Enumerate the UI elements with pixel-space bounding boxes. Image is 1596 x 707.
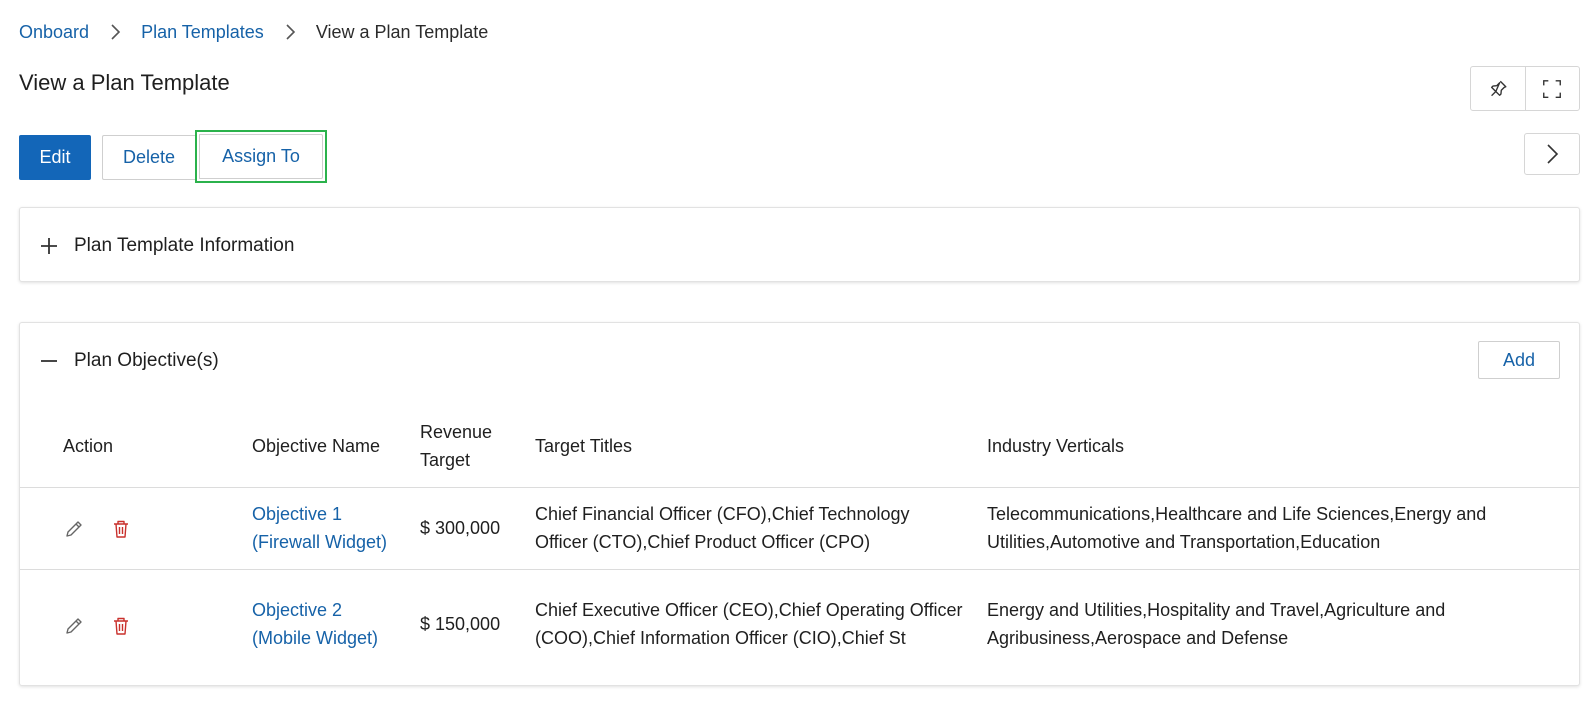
- row-actions: [20, 487, 252, 569]
- breadcrumb-plan-templates[interactable]: Plan Templates: [141, 22, 264, 43]
- industry-verticals-cell: Telecommunications,Healthcare and Life S…: [987, 504, 1487, 552]
- column-header-revenue-line1: Revenue: [420, 421, 493, 442]
- pencil-icon[interactable]: [63, 518, 85, 540]
- panel-title: Plan Objective(s): [74, 349, 219, 371]
- breadcrumb: Onboard Plan Templates View a Plan Templ…: [19, 20, 488, 44]
- column-header-target-titles: Target Titles: [535, 435, 633, 456]
- objective-name-line2: (Mobile Widget): [252, 628, 379, 649]
- objective-name-cell: Objective 2 (Mobile Widget): [252, 569, 420, 679]
- revenue-target-cell: $ 300,000: [420, 518, 501, 538]
- breadcrumb-onboard[interactable]: Onboard: [19, 22, 89, 43]
- next-record-button[interactable]: [1524, 133, 1580, 175]
- objective-name-cell: Objective 1 (Firewall Widget): [252, 487, 420, 569]
- row-actions: [20, 569, 252, 679]
- add-objective-button[interactable]: Add: [1478, 341, 1560, 379]
- assign-highlight: Assign To: [195, 130, 327, 183]
- table-header-row: Action Objective Name Revenue Target Tar…: [20, 405, 1579, 487]
- pencil-icon[interactable]: [63, 615, 85, 637]
- objective-link[interactable]: Objective 1 (Firewall Widget): [252, 504, 387, 552]
- assign-to-button[interactable]: Assign To: [199, 134, 323, 179]
- page-title: View a Plan Template: [19, 70, 230, 95]
- view-tools: [1470, 66, 1580, 111]
- objective-link[interactable]: Objective 2 (Mobile Widget): [252, 600, 378, 648]
- edit-button[interactable]: Edit: [19, 134, 91, 180]
- objectives-table: Action Objective Name Revenue Target Tar…: [20, 405, 1579, 679]
- industry-verticals-cell: Energy and Utilities,Hospitality and Tra…: [987, 600, 1446, 649]
- plus-icon: [38, 235, 60, 257]
- trash-icon[interactable]: [110, 518, 132, 540]
- chevron-right-icon: [89, 23, 141, 41]
- delete-button[interactable]: Delete: [102, 134, 195, 180]
- objective-name-line2: (Firewall Widget): [252, 532, 388, 552]
- panel-title: Plan Template Information: [74, 234, 295, 256]
- column-header-revenue-line2: Target: [420, 449, 471, 470]
- fullscreen-button[interactable]: [1524, 67, 1580, 110]
- chevron-right-icon: [1545, 143, 1559, 165]
- target-titles-cell: Chief Financial Officer (CFO),Chief Tech…: [535, 504, 910, 552]
- table-row: Objective 1 (Firewall Widget) $ 300,000 C…: [20, 487, 1579, 569]
- pin-button[interactable]: [1471, 67, 1525, 110]
- plan-template-information-toggle[interactable]: Plan Template Information: [20, 208, 1579, 283]
- breadcrumb-current: View a Plan Template: [315, 21, 489, 42]
- chevron-right-icon: [264, 23, 316, 41]
- pin-icon: [1487, 78, 1509, 100]
- plan-template-information-panel: Plan Template Information: [19, 207, 1580, 282]
- trash-icon[interactable]: [110, 615, 132, 637]
- target-titles-cell: Chief Executive Officer (CEO),Chief Oper…: [535, 600, 963, 649]
- revenue-target-cell: $ 150,000: [420, 614, 501, 635]
- plan-objectives-toggle[interactable]: Plan Objective(s): [20, 323, 1579, 398]
- column-header-revenue-target: Revenue Target: [420, 405, 535, 487]
- column-header-objective-name: Objective Name: [252, 435, 381, 456]
- column-header-action: Action: [63, 435, 114, 456]
- table-row: Objective 2 (Mobile Widget) $ 150,000 Chi…: [20, 569, 1579, 679]
- fullscreen-icon: [1541, 78, 1563, 100]
- column-header-industry-verticals: Industry Verticals: [987, 435, 1125, 456]
- objective-name-line1: Objective 1: [252, 504, 343, 524]
- action-toolbar: Edit Delete Assign To: [19, 130, 327, 183]
- minus-icon: [38, 350, 60, 372]
- plan-objectives-panel: Plan Objective(s) Add Action Objective N…: [19, 322, 1580, 686]
- objective-name-line1: Objective 2: [252, 600, 343, 621]
